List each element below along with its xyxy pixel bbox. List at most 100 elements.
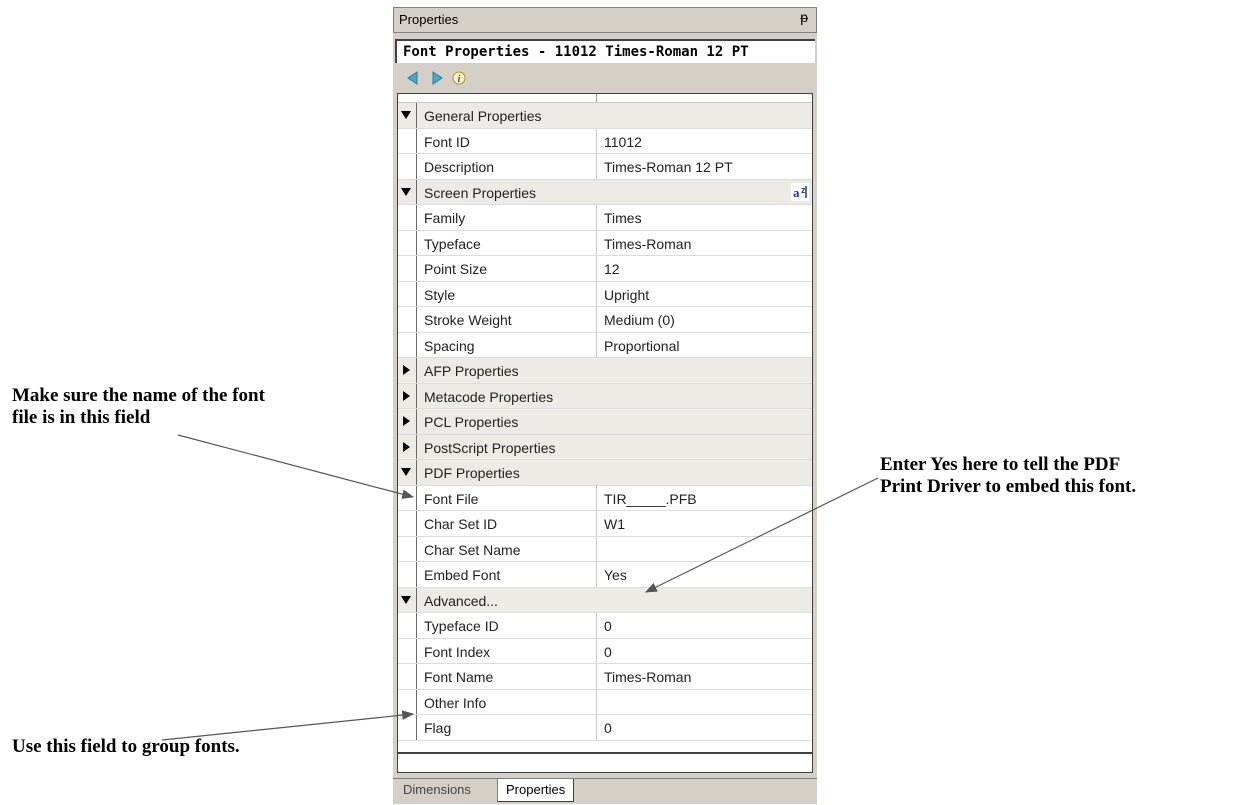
panel-title: Properties [399,12,459,27]
category-advanced[interactable]: Advanced... [398,587,812,613]
category-metacode-properties[interactable]: Metacode Properties [398,383,812,409]
row-gutter [416,128,417,153]
column-separator [596,715,597,740]
property-row-other-info[interactable]: Other Info [398,689,812,715]
property-grid: General Properties Font ID 11012 Descriptio… [397,93,813,773]
property-value[interactable]: 0 [604,618,612,634]
property-row-font-index[interactable]: Font Index 0 [398,638,812,664]
collapsed-right-icon[interactable] [400,415,412,427]
property-row-style[interactable]: Style Upright [398,281,812,307]
column-separator [596,281,597,306]
category-label: Metacode Properties [424,388,554,405]
property-value[interactable]: 0 [604,644,612,660]
row-gutter [416,307,417,332]
right-arrow-icon[interactable] [429,70,445,86]
pin-icon[interactable]: ᵽ [800,9,808,25]
property-value[interactable]: Medium (0) [604,312,675,328]
property-label: Family [424,210,466,226]
property-row-font-id[interactable]: Font ID 11012 [398,128,812,154]
category-general-properties[interactable]: General Properties [398,103,812,129]
property-value[interactable]: 12 [604,261,620,277]
column-separator [596,536,597,561]
font-header: Font Properties - 11012 Times-Roman 12 P… [395,39,815,63]
category-label: Screen Properties [424,184,537,201]
property-row-typeface[interactable]: Typeface Times-Roman [398,230,812,256]
property-value[interactable]: Upright [604,287,649,303]
property-value[interactable]: Times-Roman [604,669,691,685]
property-row-char-set-id[interactable]: Char Set ID W1 [398,511,812,537]
property-row-family[interactable]: Family Times [398,205,812,231]
font-file-callout-line2: file is in this field [12,407,151,428]
property-value[interactable]: 11012 [604,134,642,150]
property-row-point-size[interactable]: Point Size 12 [398,256,812,282]
category-label: Advanced... [424,592,498,609]
column-separator [596,154,597,179]
grid-footer [398,752,812,772]
property-label: Style [424,286,456,303]
collapsed-right-icon[interactable] [400,441,412,453]
category-label: PCL Properties [424,414,519,430]
category-label: General Properties [424,108,542,124]
property-value[interactable]: W1 [604,516,625,532]
category-screen-properties[interactable]: Screen Properties a z [398,179,812,205]
property-row-spacing[interactable]: Spacing Proportional [398,332,812,358]
row-gutter [416,383,417,408]
row-gutter [416,409,417,434]
property-value[interactable]: Times-Roman [604,236,691,252]
left-arrow-icon[interactable] [405,70,421,86]
category-pdf-properties[interactable]: PDF Properties [398,460,812,486]
property-row-char-set-name[interactable]: Char Set Name [398,536,812,562]
group-fonts-callout: Use this field to group fonts. [12,736,240,758]
property-label: Font Name [424,669,494,685]
column-separator [596,256,597,281]
embed-font-callout-line1: Enter Yes here to tell the PDF [880,454,1121,475]
property-row-embed-font[interactable]: Embed Font Yes [398,562,812,588]
row-gutter [416,689,417,714]
properties-panel: Properties ᵽ Font Properties - 11012 Tim… [393,7,817,804]
category-afp-properties[interactable]: AFP Properties [398,358,812,384]
property-label: Char Set ID [424,516,498,532]
property-row-typeface-id[interactable]: Typeface ID 0 [398,613,812,639]
group-fonts-callout-text: Use this field to group fonts. [12,736,240,757]
info-icon[interactable]: i [451,70,467,86]
row-gutter [416,664,417,689]
collapsed-right-icon[interactable] [400,390,412,402]
property-value[interactable]: Times [604,210,642,226]
property-value[interactable]: Proportional [604,338,680,354]
panel-toolbar: i [395,63,815,91]
property-label: Font File [424,490,479,507]
expand-down-icon[interactable] [400,186,412,198]
column-separator [596,638,597,663]
category-postscript-properties[interactable]: PostScript Properties [398,434,812,460]
svg-text:i: i [458,74,461,85]
sort-alpha-icon[interactable]: az [791,182,809,201]
row-gutter [416,230,417,255]
column-separator [596,689,597,714]
property-value[interactable]: 0 [604,720,612,736]
tab-properties[interactable]: Properties [497,779,575,802]
property-value[interactable]: Times-Roman 12 PT [604,159,733,175]
property-label: Other Info [424,694,487,711]
expand-down-icon[interactable] [400,109,412,121]
column-separator [596,307,597,332]
expand-down-icon[interactable] [400,466,412,478]
category-pcl-properties[interactable]: PCL Properties [398,409,812,435]
collapsed-right-icon[interactable] [400,364,412,376]
property-row-font-name[interactable]: Font Name Times-Roman [398,664,812,690]
row-gutter [416,613,417,638]
property-value[interactable]: Yes [604,567,627,583]
property-value[interactable]: TIR_____.PFB [604,491,697,507]
row-gutter [416,358,417,383]
property-row-stroke-weight[interactable]: Stroke Weight Medium (0) [398,307,812,333]
property-row-flag[interactable]: Flag 0 [398,715,812,741]
expand-down-icon[interactable] [400,594,412,606]
tab-dimensions[interactable]: Dimensions [395,779,479,801]
grid-rows: General Properties Font ID 11012 Descriptio… [398,103,812,741]
property-label: Spacing [424,337,475,354]
property-row-font-file[interactable]: Font File TIR_____.PFB [398,485,812,511]
embed-font-callout-line2: Print Driver to embed this font. [880,476,1137,497]
column-separator [596,332,597,357]
row-gutter [416,638,417,663]
property-row-description[interactable]: Description Times-Roman 12 PT [398,154,812,180]
property-label: Point Size [424,261,488,277]
